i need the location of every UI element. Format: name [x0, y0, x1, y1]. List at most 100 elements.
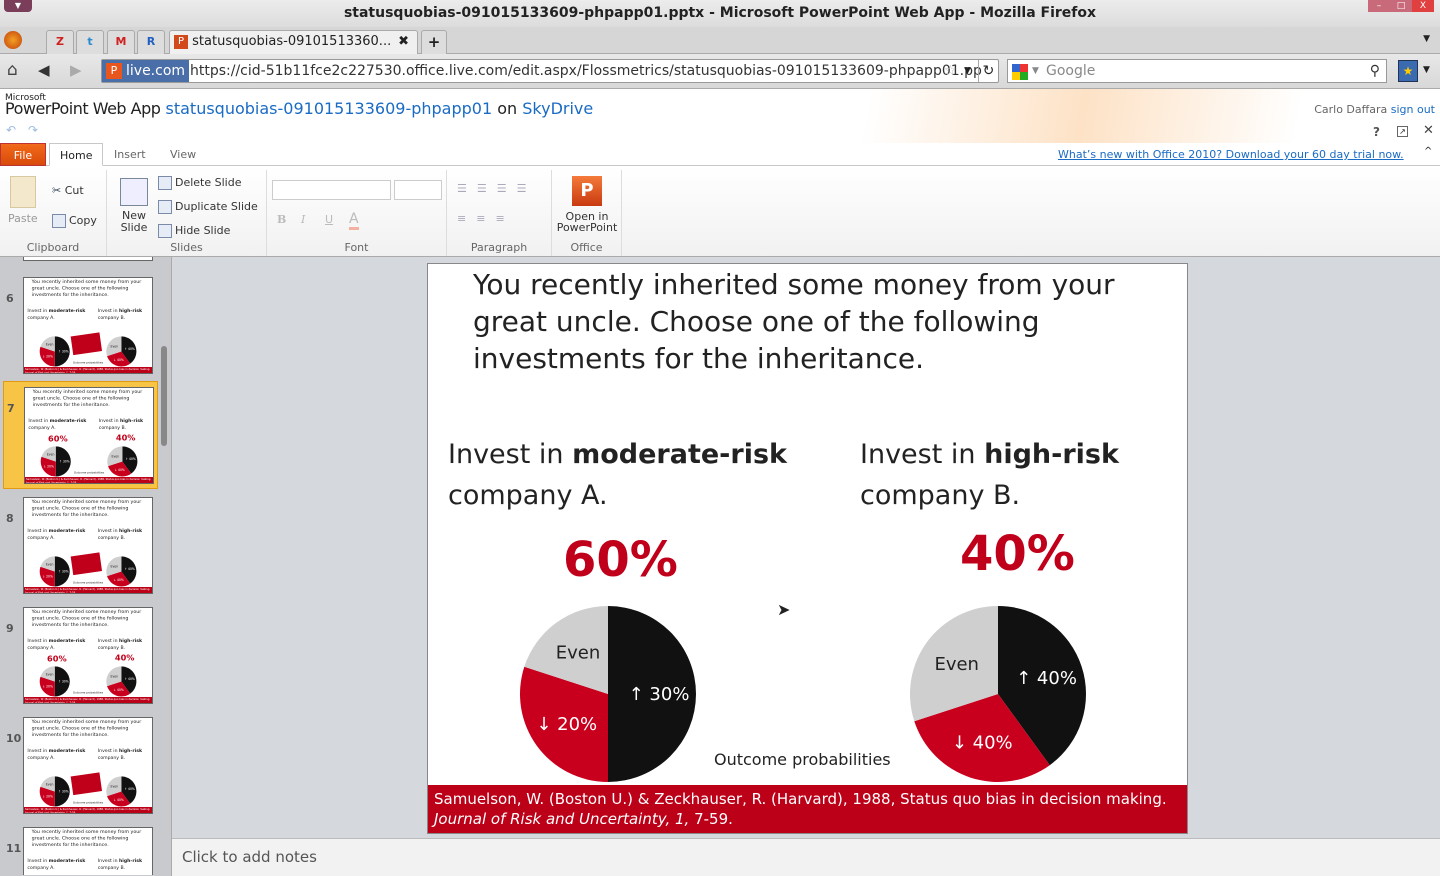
search-bar[interactable]: ▼ Google ⚲: [1007, 59, 1387, 83]
slide-thumbnail-9[interactable]: 9 You recently inherited some money from…: [3, 602, 158, 710]
slide-title: You recently inherited some money from y…: [31, 718, 142, 737]
open-in-powerpoint-button[interactable]: P Open in PowerPoint: [556, 176, 618, 233]
help-icon[interactable]: ?: [1373, 125, 1380, 139]
pie-slice-label: ↓ 40%: [113, 578, 123, 582]
redo-icon[interactable]: ↷: [28, 123, 38, 137]
cut-button[interactable]: ✂ Cut: [52, 184, 84, 197]
delete-slide-label: Delete Slide: [175, 176, 242, 189]
duplicate-slide-button[interactable]: Duplicate Slide: [158, 200, 258, 214]
minimize-button[interactable]: –: [1368, 0, 1390, 12]
site-identity-button[interactable]: Plive.com: [102, 60, 190, 82]
tab-zotero[interactable]: Z: [46, 30, 74, 54]
pie-slice-label: Even: [111, 784, 119, 788]
search-engine-dropdown[interactable]: ▼: [1032, 60, 1039, 82]
reload-icon[interactable]: ↻: [978, 60, 998, 82]
close-tab-icon[interactable]: ✖: [398, 31, 409, 53]
new-tab-button[interactable]: +: [421, 30, 447, 54]
hide-slide-button[interactable]: Hide Slide: [158, 224, 230, 238]
tab-home[interactable]: Home: [49, 143, 104, 166]
option-b-heading: Invest in high-risk company B.: [98, 527, 142, 541]
clipboard-group: Paste ✂ Cut Copy Clipboard: [0, 170, 107, 256]
collapse-ribbon-icon[interactable]: ^: [1424, 146, 1432, 157]
document-name-link[interactable]: statusquobias-091015133609-phpapp01: [166, 99, 493, 118]
skydrive-link[interactable]: SkyDrive: [522, 99, 593, 118]
tab-active-powerpoint[interactable]: P statusquobias-09101513360... ✖: [169, 30, 418, 54]
forward-icon[interactable]: ▶: [70, 61, 82, 79]
bold-button[interactable]: B: [277, 213, 286, 226]
paste-button[interactable]: Paste: [8, 176, 38, 225]
decrease-indent-icon[interactable]: ☰: [497, 182, 517, 195]
pie-chart-b: ↑ 40% ↓ 40% Even: [910, 606, 1086, 782]
office-trial-link[interactable]: What’s new with Office 2010? Download yo…: [1058, 148, 1404, 161]
citation-pages: 7-59.: [69, 481, 78, 484]
font-name-select[interactable]: [272, 180, 391, 200]
underline-button[interactable]: U: [325, 213, 333, 226]
url-dropdown-icon[interactable]: ▼: [964, 60, 971, 82]
slide-content: You recently inherited some money from y…: [24, 828, 152, 875]
thumbnail-previous[interactable]: [23, 257, 153, 261]
align-left-icon[interactable]: ≡: [457, 212, 476, 225]
clipboard-group-label: Clipboard: [26, 241, 80, 254]
option-a-percent: 60%: [47, 653, 67, 664]
sign-out-link[interactable]: sign out: [1391, 103, 1435, 116]
current-slide[interactable]: You recently inherited some money from y…: [427, 263, 1188, 834]
option-b-risk: high-risk: [118, 527, 143, 534]
slide-thumbnail-8[interactable]: 8 You recently inherited some money from…: [3, 492, 158, 600]
copy-button[interactable]: Copy: [52, 214, 97, 228]
tab-reader[interactable]: R: [137, 30, 165, 54]
search-icon[interactable]: ⚲: [1370, 60, 1380, 82]
undo-icon[interactable]: ↶: [6, 123, 16, 137]
italic-button[interactable]: I: [301, 213, 305, 226]
firefox-menu-icon[interactable]: [4, 31, 22, 49]
option-b-company: company B.: [97, 534, 126, 541]
popout-icon[interactable]: ↗: [1397, 126, 1408, 137]
outcome-probabilities-label: Outcome probabilities: [72, 361, 104, 365]
pie-slice-label: ↑ 30%: [58, 789, 68, 793]
slide-thumbnail-10[interactable]: 10 You recently inherited some money fro…: [3, 712, 158, 820]
close-window-button[interactable]: X: [1412, 0, 1434, 12]
delete-slide-button[interactable]: Delete Slide: [158, 176, 241, 190]
font-size-select[interactable]: [394, 180, 442, 200]
tab-insert[interactable]: Insert: [104, 143, 156, 166]
outcome-probabilities-label: Outcome probabilities: [72, 691, 104, 695]
url-text: https://cid-51b11fce2c227530.office.live…: [190, 63, 982, 79]
option-a-heading: Invest in moderate-risk company A.: [27, 527, 85, 541]
align-buttons[interactable]: ≡≡≡: [457, 212, 515, 225]
option-b-prefix: Invest in: [97, 857, 119, 864]
slide-content: You recently inherited some money from y…: [25, 388, 153, 484]
numbering-icon[interactable]: ☰: [477, 182, 497, 195]
maximize-button[interactable]: □: [1390, 0, 1412, 12]
tab-twitter[interactable]: t: [76, 30, 104, 54]
url-bar[interactable]: Plive.com https://cid-51b11fce2c227530.o…: [101, 59, 999, 83]
pie-slice-label: Even: [934, 654, 979, 675]
font-color-button[interactable]: A: [349, 211, 359, 230]
home-icon[interactable]: ⌂: [7, 60, 18, 80]
slide-thumbnail-11[interactable]: 11 You recently inherited some money fro…: [3, 822, 158, 875]
tab-file[interactable]: File: [0, 143, 46, 166]
back-icon[interactable]: ◀: [38, 61, 50, 79]
bullets-icon[interactable]: ☰: [457, 182, 477, 195]
pie-slice-label: ↑ 40%: [125, 457, 135, 461]
window-controls: – □ X: [1368, 0, 1434, 12]
increase-indent-icon[interactable]: ☰: [517, 182, 537, 195]
google-icon[interactable]: [1012, 64, 1028, 80]
slide-thumbnail-6[interactable]: 6 You recently inherited some money from…: [3, 272, 158, 380]
list-buttons[interactable]: ☰☰☰☰: [457, 182, 537, 195]
font-group-label: Font: [344, 241, 369, 254]
option-a-percent: 60%: [563, 532, 678, 588]
window-menu-button[interactable]: ▼: [4, 0, 32, 12]
tab-gmail[interactable]: M: [107, 30, 135, 54]
slide-thumbnail-7[interactable]: 7 You recently inherited some money from…: [3, 381, 158, 489]
notes-area[interactable]: Click to add notes: [172, 838, 1440, 876]
bookmarks-dropdown[interactable]: ▼: [1423, 65, 1430, 75]
bookmarks-star-icon[interactable]: ★: [1398, 60, 1418, 82]
new-slide-button[interactable]: New Slide: [117, 178, 151, 234]
bookmark-star-icon[interactable]: ☆: [944, 60, 957, 82]
thumbnail-scrollbar[interactable]: [161, 346, 167, 446]
close-app-icon[interactable]: ✕: [1423, 123, 1434, 138]
align-right-icon[interactable]: ≡: [495, 212, 514, 225]
tab-list-dropdown[interactable]: ▼: [1423, 34, 1430, 44]
align-center-icon[interactable]: ≡: [476, 212, 495, 225]
cut-label: Cut: [64, 184, 84, 197]
tab-view[interactable]: View: [160, 143, 206, 166]
